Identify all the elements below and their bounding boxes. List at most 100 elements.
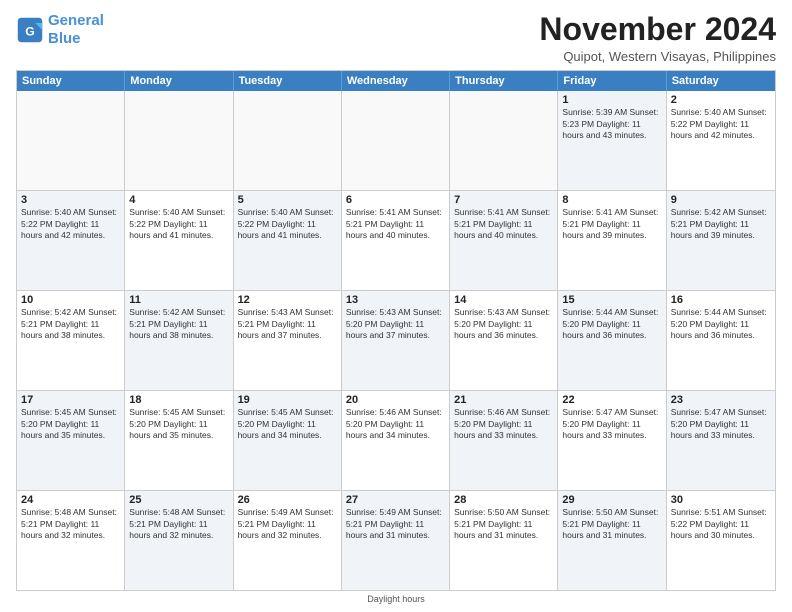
cell-detail: Sunrise: 5:46 AM Sunset: 5:20 PM Dayligh…: [454, 407, 553, 441]
cell-detail: Sunrise: 5:45 AM Sunset: 5:20 PM Dayligh…: [21, 407, 120, 441]
cell-detail: Sunrise: 5:48 AM Sunset: 5:21 PM Dayligh…: [129, 507, 228, 541]
calendar-cell-11: 11Sunrise: 5:42 AM Sunset: 5:21 PM Dayli…: [125, 291, 233, 390]
day-number: 6: [346, 194, 445, 206]
calendar-cell-23: 23Sunrise: 5:47 AM Sunset: 5:20 PM Dayli…: [667, 391, 775, 490]
cell-detail: Sunrise: 5:42 AM Sunset: 5:21 PM Dayligh…: [21, 307, 120, 341]
day-number: 18: [129, 394, 228, 406]
calendar-cell-7: 7Sunrise: 5:41 AM Sunset: 5:21 PM Daylig…: [450, 191, 558, 290]
cell-detail: Sunrise: 5:40 AM Sunset: 5:22 PM Dayligh…: [671, 107, 771, 141]
day-number: 23: [671, 394, 771, 406]
calendar-cell-empty-0-1: [125, 91, 233, 190]
cell-detail: Sunrise: 5:43 AM Sunset: 5:20 PM Dayligh…: [346, 307, 445, 341]
day-number: 9: [671, 194, 771, 206]
calendar-cell-8: 8Sunrise: 5:41 AM Sunset: 5:21 PM Daylig…: [558, 191, 666, 290]
calendar-weekday-tuesday: Tuesday: [234, 71, 342, 91]
calendar-cell-empty-0-3: [342, 91, 450, 190]
calendar-cell-3: 3Sunrise: 5:40 AM Sunset: 5:22 PM Daylig…: [17, 191, 125, 290]
day-number: 1: [562, 94, 661, 106]
cell-detail: Sunrise: 5:47 AM Sunset: 5:20 PM Dayligh…: [562, 407, 661, 441]
day-number: 2: [671, 94, 771, 106]
cell-detail: Sunrise: 5:48 AM Sunset: 5:21 PM Dayligh…: [21, 507, 120, 541]
calendar-cell-30: 30Sunrise: 5:51 AM Sunset: 5:22 PM Dayli…: [667, 491, 775, 590]
cell-detail: Sunrise: 5:40 AM Sunset: 5:22 PM Dayligh…: [129, 207, 228, 241]
calendar-cell-28: 28Sunrise: 5:50 AM Sunset: 5:21 PM Dayli…: [450, 491, 558, 590]
calendar-cell-9: 9Sunrise: 5:42 AM Sunset: 5:21 PM Daylig…: [667, 191, 775, 290]
day-number: 27: [346, 494, 445, 506]
cell-detail: Sunrise: 5:44 AM Sunset: 5:20 PM Dayligh…: [671, 307, 771, 341]
logo: G General Blue: [16, 12, 104, 48]
page: G General Blue November 2024 Quipot, Wes…: [0, 0, 792, 612]
calendar-cell-19: 19Sunrise: 5:45 AM Sunset: 5:20 PM Dayli…: [234, 391, 342, 490]
day-number: 7: [454, 194, 553, 206]
calendar: SundayMondayTuesdayWednesdayThursdayFrid…: [16, 70, 776, 591]
title-block: November 2024 Quipot, Western Visayas, P…: [539, 12, 776, 64]
cell-detail: Sunrise: 5:50 AM Sunset: 5:21 PM Dayligh…: [454, 507, 553, 541]
day-number: 30: [671, 494, 771, 506]
calendar-cell-21: 21Sunrise: 5:46 AM Sunset: 5:20 PM Dayli…: [450, 391, 558, 490]
day-number: 12: [238, 294, 337, 306]
cell-detail: Sunrise: 5:42 AM Sunset: 5:21 PM Dayligh…: [129, 307, 228, 341]
header: G General Blue November 2024 Quipot, Wes…: [16, 12, 776, 64]
calendar-cell-26: 26Sunrise: 5:49 AM Sunset: 5:21 PM Dayli…: [234, 491, 342, 590]
calendar-cell-6: 6Sunrise: 5:41 AM Sunset: 5:21 PM Daylig…: [342, 191, 450, 290]
calendar-cell-empty-0-2: [234, 91, 342, 190]
subtitle: Quipot, Western Visayas, Philippines: [539, 49, 776, 64]
footer-note: Daylight hours: [16, 594, 776, 604]
calendar-weekday-thursday: Thursday: [450, 71, 558, 91]
day-number: 5: [238, 194, 337, 206]
calendar-row-1: 3Sunrise: 5:40 AM Sunset: 5:22 PM Daylig…: [17, 190, 775, 290]
cell-detail: Sunrise: 5:41 AM Sunset: 5:21 PM Dayligh…: [454, 207, 553, 241]
cell-detail: Sunrise: 5:41 AM Sunset: 5:21 PM Dayligh…: [562, 207, 661, 241]
day-number: 13: [346, 294, 445, 306]
day-number: 16: [671, 294, 771, 306]
calendar-cell-18: 18Sunrise: 5:45 AM Sunset: 5:20 PM Dayli…: [125, 391, 233, 490]
cell-detail: Sunrise: 5:45 AM Sunset: 5:20 PM Dayligh…: [129, 407, 228, 441]
day-number: 28: [454, 494, 553, 506]
day-number: 29: [562, 494, 661, 506]
day-number: 4: [129, 194, 228, 206]
cell-detail: Sunrise: 5:41 AM Sunset: 5:21 PM Dayligh…: [346, 207, 445, 241]
calendar-row-3: 17Sunrise: 5:45 AM Sunset: 5:20 PM Dayli…: [17, 390, 775, 490]
calendar-cell-2: 2Sunrise: 5:40 AM Sunset: 5:22 PM Daylig…: [667, 91, 775, 190]
logo-text: General Blue: [48, 12, 104, 48]
calendar-cell-14: 14Sunrise: 5:43 AM Sunset: 5:20 PM Dayli…: [450, 291, 558, 390]
calendar-body: 1Sunrise: 5:39 AM Sunset: 5:23 PM Daylig…: [17, 91, 775, 590]
cell-detail: Sunrise: 5:47 AM Sunset: 5:20 PM Dayligh…: [671, 407, 771, 441]
day-number: 17: [21, 394, 120, 406]
day-number: 24: [21, 494, 120, 506]
cell-detail: Sunrise: 5:45 AM Sunset: 5:20 PM Dayligh…: [238, 407, 337, 441]
cell-detail: Sunrise: 5:44 AM Sunset: 5:20 PM Dayligh…: [562, 307, 661, 341]
calendar-header: SundayMondayTuesdayWednesdayThursdayFrid…: [17, 71, 775, 91]
calendar-cell-15: 15Sunrise: 5:44 AM Sunset: 5:20 PM Dayli…: [558, 291, 666, 390]
calendar-cell-20: 20Sunrise: 5:46 AM Sunset: 5:20 PM Dayli…: [342, 391, 450, 490]
cell-detail: Sunrise: 5:39 AM Sunset: 5:23 PM Dayligh…: [562, 107, 661, 141]
cell-detail: Sunrise: 5:43 AM Sunset: 5:21 PM Dayligh…: [238, 307, 337, 341]
calendar-weekday-friday: Friday: [558, 71, 666, 91]
day-number: 22: [562, 394, 661, 406]
main-title: November 2024: [539, 12, 776, 47]
calendar-weekday-saturday: Saturday: [667, 71, 775, 91]
day-number: 20: [346, 394, 445, 406]
cell-detail: Sunrise: 5:49 AM Sunset: 5:21 PM Dayligh…: [238, 507, 337, 541]
calendar-cell-13: 13Sunrise: 5:43 AM Sunset: 5:20 PM Dayli…: [342, 291, 450, 390]
calendar-cell-22: 22Sunrise: 5:47 AM Sunset: 5:20 PM Dayli…: [558, 391, 666, 490]
calendar-weekday-sunday: Sunday: [17, 71, 125, 91]
day-number: 8: [562, 194, 661, 206]
logo-line1: General: [48, 12, 104, 29]
logo-icon: G: [16, 16, 44, 44]
day-number: 3: [21, 194, 120, 206]
cell-detail: Sunrise: 5:40 AM Sunset: 5:22 PM Dayligh…: [21, 207, 120, 241]
day-number: 25: [129, 494, 228, 506]
calendar-weekday-wednesday: Wednesday: [342, 71, 450, 91]
calendar-row-0: 1Sunrise: 5:39 AM Sunset: 5:23 PM Daylig…: [17, 91, 775, 190]
cell-detail: Sunrise: 5:51 AM Sunset: 5:22 PM Dayligh…: [671, 507, 771, 541]
cell-detail: Sunrise: 5:43 AM Sunset: 5:20 PM Dayligh…: [454, 307, 553, 341]
day-number: 10: [21, 294, 120, 306]
logo-line2: Blue: [48, 30, 81, 47]
calendar-cell-25: 25Sunrise: 5:48 AM Sunset: 5:21 PM Dayli…: [125, 491, 233, 590]
calendar-cell-12: 12Sunrise: 5:43 AM Sunset: 5:21 PM Dayli…: [234, 291, 342, 390]
cell-detail: Sunrise: 5:50 AM Sunset: 5:21 PM Dayligh…: [562, 507, 661, 541]
calendar-cell-27: 27Sunrise: 5:49 AM Sunset: 5:21 PM Dayli…: [342, 491, 450, 590]
cell-detail: Sunrise: 5:40 AM Sunset: 5:22 PM Dayligh…: [238, 207, 337, 241]
calendar-cell-29: 29Sunrise: 5:50 AM Sunset: 5:21 PM Dayli…: [558, 491, 666, 590]
